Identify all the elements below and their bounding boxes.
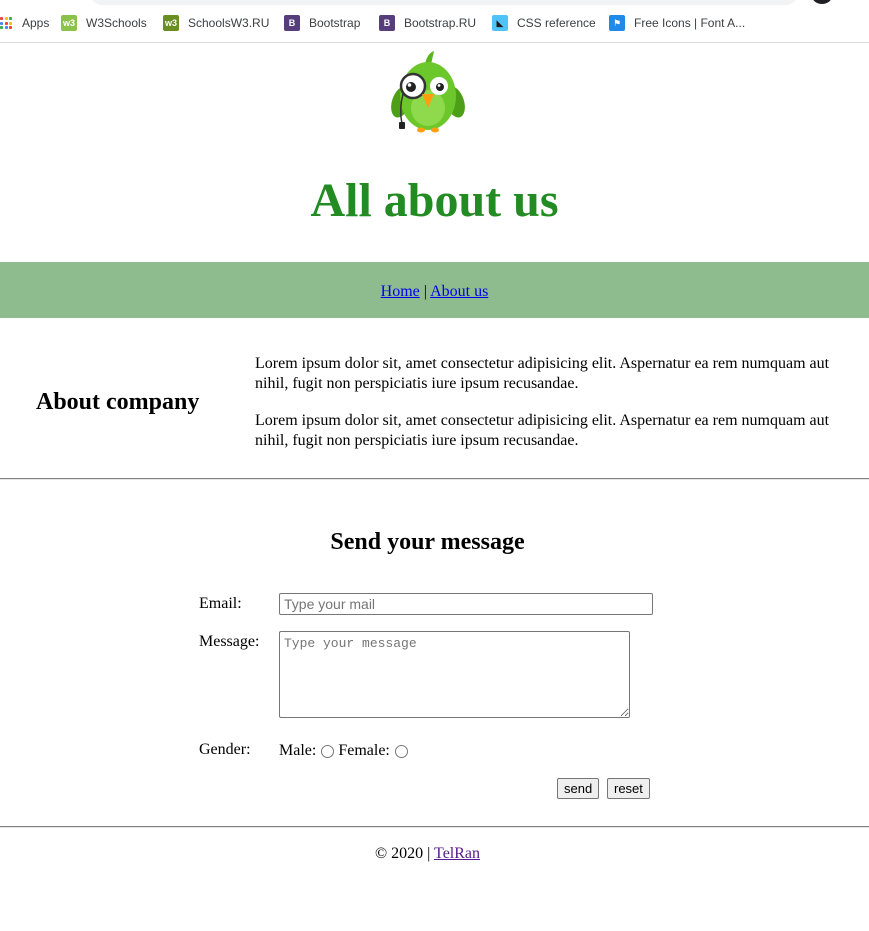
footer-separator: | <box>427 845 431 862</box>
message-label: Message: <box>199 633 260 650</box>
page-title: All about us <box>310 174 559 227</box>
male-radio[interactable] <box>321 744 335 758</box>
bookmark-label: SchoolsW3.RU <box>188 16 270 30</box>
bookmark-font-awesome[interactable]: ⚑ Free Icons | Font A... <box>609 14 745 32</box>
apps-grid-icon <box>0 17 12 29</box>
bookmark-css-reference[interactable]: ◣ CSS reference <box>492 14 596 32</box>
copyright-text: © 2020 <box>374 845 424 862</box>
section-divider <box>0 478 869 480</box>
form-heading: Send your message <box>330 529 525 555</box>
css-reference-icon: ◣ <box>492 15 508 31</box>
nav-link-home[interactable]: Home <box>381 283 420 300</box>
bootstrap-icon: B <box>284 15 300 31</box>
bookmark-label: Free Icons | Font A... <box>634 16 746 30</box>
footer: © 2020 | TelRan <box>0 844 855 864</box>
bookmark-bootstrap-ru[interactable]: B Bootstrap.RU <box>379 14 476 32</box>
send-button[interactable]: send <box>557 778 600 799</box>
reset-button[interactable]: reset <box>607 778 650 799</box>
about-paragraph: Lorem ipsum dolor sit, amet consectetur … <box>255 355 830 392</box>
schoolsw3-icon: w3 <box>163 15 179 31</box>
bootstrap-icon: B <box>379 15 395 31</box>
about-paragraph: Lorem ipsum dolor sit, amet consectetur … <box>255 412 830 449</box>
email-input[interactable] <box>279 593 653 615</box>
about-heading: About company <box>36 389 200 415</box>
message-textarea[interactable] <box>279 631 630 718</box>
bookmark-label: W3Schools <box>86 16 147 30</box>
gender-label: Gender: <box>199 741 251 758</box>
nav-separator: | <box>423 283 427 300</box>
bookmark-apps[interactable]: Apps <box>0 14 50 32</box>
bookmarks-bar: Apps w3 W3Schools w3 SchoolsW3.RU B Boot… <box>0 0 869 43</box>
bookmark-schoolsw3-ru[interactable]: w3 SchoolsW3.RU <box>163 14 269 32</box>
female-radio[interactable] <box>394 744 408 758</box>
address-bar-edge[interactable] <box>90 0 798 5</box>
owl-with-monocle-logo <box>391 51 465 133</box>
w3schools-icon: w3 <box>61 15 77 31</box>
bookmark-label: Bootstrap <box>309 16 361 30</box>
footer-link-telran[interactable]: TelRan <box>434 845 480 862</box>
bookmark-label: Bootstrap.RU <box>404 16 477 30</box>
nav-link-about[interactable]: About us <box>430 283 488 300</box>
male-label: Male: <box>279 742 317 759</box>
email-label: Email: <box>199 595 242 612</box>
female-label: Female: <box>338 742 390 759</box>
font-awesome-flag-icon: ⚑ <box>609 15 625 31</box>
main-nav: Home | About us <box>0 262 869 318</box>
profile-avatar-edge[interactable] <box>812 0 832 4</box>
footer-divider <box>0 826 869 828</box>
bookmark-bootstrap[interactable]: B Bootstrap <box>284 14 360 32</box>
bookmark-label: Apps <box>22 16 50 30</box>
bookmark-label: CSS reference <box>517 16 596 30</box>
gender-options: Male: Female: <box>279 741 411 761</box>
bookmark-w3schools[interactable]: w3 W3Schools <box>61 14 147 32</box>
